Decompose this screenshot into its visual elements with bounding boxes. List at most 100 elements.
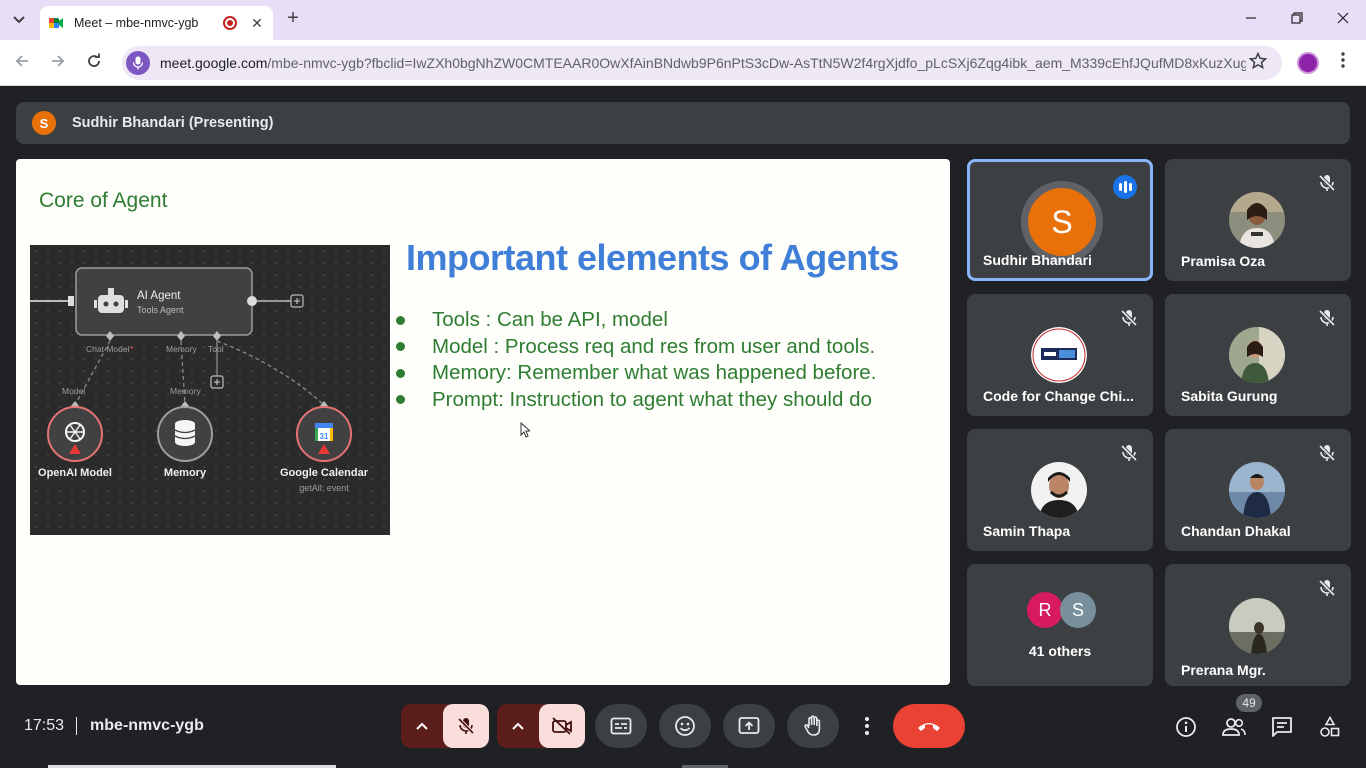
video-options-chevron-icon[interactable] (497, 704, 539, 748)
participant-photo (1229, 327, 1285, 383)
chat-icon (1272, 717, 1292, 737)
chat-button[interactable] (1269, 714, 1295, 740)
browser-menu-icon[interactable] (1334, 52, 1352, 73)
edge-model-label: Model (62, 386, 85, 396)
more-vert-icon (865, 717, 869, 735)
profile-avatar[interactable] (1297, 52, 1319, 74)
meeting-details-button[interactable] (1173, 714, 1199, 740)
port-required-marker: * (130, 344, 134, 354)
slide-bullet: Memory: Remember what was happened befor… (394, 360, 876, 387)
organization-logo (1031, 327, 1087, 383)
participant-name: Prerana Mgr. (1181, 662, 1266, 678)
calendar-node-sublabel: getAll: event (299, 483, 349, 493)
mic-off-icon (1120, 309, 1138, 327)
slide-bullet-list: Tools : Can be API, model Model : Proces… (394, 307, 876, 413)
participant-tile-samin-thapa[interactable]: Samin Thapa (967, 429, 1153, 551)
mic-off-icon (1318, 579, 1336, 597)
memory-node-label: Memory (164, 467, 207, 479)
slide-heading: Core of Agent (39, 189, 168, 212)
window-close-icon[interactable] (1320, 6, 1366, 34)
url-field[interactable]: meet.google.com/mbe-nmvc-ygb?fbclid=IwZX… (122, 46, 1282, 80)
slide-bullet: Prompt: Instruction to agent what they s… (394, 387, 876, 414)
activities-button[interactable] (1317, 714, 1343, 740)
tab-search-chevron-icon[interactable] (6, 8, 32, 32)
input-port (68, 296, 74, 306)
slide-bullet: Tools : Can be API, model (394, 307, 876, 334)
minimize-icon[interactable] (1228, 6, 1274, 34)
reload-icon[interactable] (82, 51, 106, 75)
mic-off-icon (1318, 444, 1336, 462)
captions-button[interactable] (595, 704, 647, 748)
restore-icon[interactable] (1274, 6, 1320, 34)
reactions-button[interactable] (659, 704, 711, 748)
bullet-dot-icon (396, 395, 405, 405)
avatar: R (1027, 592, 1063, 628)
participant-tile-prerana-mgr[interactable]: Prerana Mgr. (1165, 564, 1351, 686)
agent-subtitle: Tools Agent (137, 305, 184, 315)
participant-photo (1031, 462, 1087, 518)
present-screen-button[interactable] (723, 704, 775, 748)
camera-control (497, 704, 585, 748)
participant-tile-code-for-change[interactable]: Code for Change Chi... (967, 294, 1153, 416)
mic-off-icon (1318, 174, 1336, 192)
mic-off-button[interactable] (443, 704, 489, 748)
raise-hand-button[interactable] (787, 704, 839, 748)
camera-off-button[interactable] (539, 704, 585, 748)
presenter-label: Sudhir Bhandari (Presenting) (72, 115, 274, 131)
bullet-text: Model : Process req and res from user an… (432, 334, 876, 358)
info-icon (1176, 717, 1196, 737)
port-chat-model: Chat Model (86, 344, 130, 354)
participant-tile-sabita-gurung[interactable]: Sabita Gurung (1165, 294, 1351, 416)
meeting-code: mbe-nmvc-ygb (90, 717, 204, 734)
edge-memory-label: Memory (170, 386, 201, 396)
participant-name: Sudhir Bhandari (983, 252, 1092, 268)
participant-tile-pramisa-oza[interactable]: Pramisa Oza (1165, 159, 1351, 281)
audio-options-chevron-icon[interactable] (401, 704, 443, 748)
openai-node-label: OpenAI Model (38, 467, 112, 479)
avatar: S (1060, 592, 1096, 628)
shared-slide: Core of Agent AI Agent Tools Agent Chat … (16, 159, 950, 685)
tab-close-icon[interactable]: ✕ (249, 15, 265, 32)
new-tab-button[interactable]: + (282, 8, 304, 30)
browser-tab[interactable]: Meet – mbe-nmvc-ygb ✕ (40, 6, 273, 40)
leave-call-button[interactable] (893, 704, 965, 748)
people-icon (1222, 718, 1246, 736)
presenter-avatar: S (32, 111, 56, 135)
tab-title: Meet – mbe-nmvc-ygb (74, 16, 199, 30)
mouse-cursor-icon (520, 422, 530, 438)
calendar-node-label: Google Calendar (280, 467, 369, 479)
participant-name: Pramisa Oza (1181, 253, 1266, 269)
present-screen-icon (738, 717, 760, 734)
participant-photo (1229, 192, 1285, 248)
bullet-dot-icon (396, 315, 405, 325)
forward-arrow-icon[interactable] (46, 51, 70, 75)
meeting-controls-bar: 17:53 mbe-nmvc-ygb 49 (0, 694, 1366, 768)
closed-captions-icon (610, 717, 632, 735)
people-button[interactable] (1221, 714, 1247, 740)
participant-count-badge: 49 (1236, 694, 1262, 712)
bullet-text: Memory: Remember what was happened befor… (432, 361, 877, 385)
url-text: meet.google.com/mbe-nmvc-ygb?fbclid=IwZX… (160, 55, 1246, 71)
microphone-in-use-icon[interactable] (126, 51, 150, 75)
bullet-dot-icon (396, 368, 405, 378)
more-options-button[interactable] (851, 704, 883, 748)
mic-off-icon (1120, 444, 1138, 462)
agent-diagram: AI Agent Tools Agent Chat Model * Memory… (30, 245, 390, 535)
back-arrow-icon[interactable] (10, 51, 34, 75)
emoji-icon (675, 716, 695, 736)
mic-off-icon (457, 717, 475, 735)
participant-tile-others[interactable]: R S 41 others (967, 564, 1153, 686)
bookmark-star-icon[interactable] (1246, 51, 1270, 75)
url-path: /mbe-nmvc-ygb?fbclid=IwZXh0bgNhZW0CMTEAA… (267, 55, 1246, 71)
database-icon (174, 420, 196, 446)
separator (76, 717, 78, 735)
url-host: meet.google.com (160, 55, 268, 71)
browser-tab-strip: Meet – mbe-nmvc-ygb ✕ + (0, 0, 1366, 40)
google-calendar-icon: 31 (315, 423, 333, 441)
participant-name: Sabita Gurung (1181, 388, 1278, 404)
participant-tile-sudhir-bhandari[interactable]: S Sudhir Bhandari (967, 159, 1153, 281)
participant-photo (1229, 462, 1285, 518)
bullet-text: Prompt: Instruction to agent what they s… (432, 387, 872, 411)
participant-tile-chandan-dhakal[interactable]: Chandan Dhakal (1165, 429, 1351, 551)
slide-bullet: Model : Process req and res from user an… (394, 334, 876, 361)
